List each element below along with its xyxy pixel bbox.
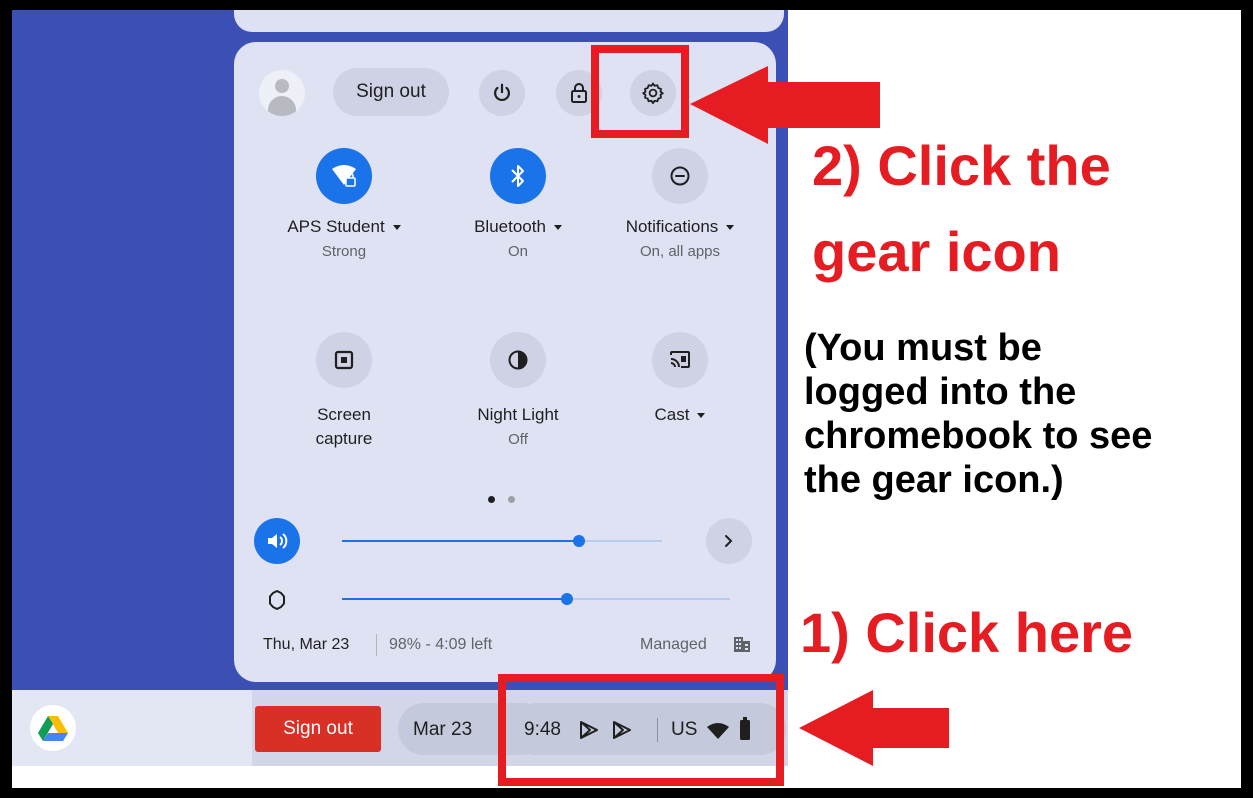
page-dot[interactable] (508, 496, 515, 503)
user-avatar[interactable] (259, 70, 305, 116)
step2-line1: 2) Click the (812, 134, 1111, 197)
notification-panel-edge (234, 10, 784, 32)
drive-app-button[interactable] (30, 705, 76, 751)
status-area-highlight-box (498, 674, 784, 786)
network-name: APS Student (287, 217, 385, 236)
note-line: chromebook to see (804, 415, 1153, 457)
screenshot-canvas: Sign out APS Student Strong Bluetooth On… (12, 10, 1241, 788)
chevron-down-icon[interactable] (697, 413, 706, 419)
shelf-sign-out-button[interactable]: Sign out (255, 706, 381, 752)
bluetooth-icon (511, 165, 524, 187)
page-dot-active[interactable] (488, 496, 495, 503)
note-line: the gear icon.) (804, 459, 1064, 501)
volume-thumb[interactable] (573, 535, 585, 547)
gear-highlight-box (591, 45, 689, 138)
footer-divider (376, 634, 377, 656)
power-icon (494, 83, 510, 102)
tile-cast[interactable]: Cast (590, 332, 770, 426)
bluetooth-status: On (507, 243, 528, 260)
footer-managed[interactable]: Managed (640, 636, 707, 654)
cast-toggle[interactable] (652, 332, 708, 388)
screen-capture-line1: Screen (317, 405, 371, 424)
lock-icon (571, 83, 587, 103)
screen-capture-icon (334, 350, 354, 370)
screen-capture-toggle[interactable] (316, 332, 372, 388)
mute-button[interactable] (254, 518, 300, 564)
tile-network[interactable]: APS Student Strong (254, 148, 434, 262)
cast-label: Cast (654, 405, 690, 424)
brightness-button (254, 577, 300, 623)
sign-out-button[interactable]: Sign out (333, 68, 449, 116)
footer-date[interactable]: Thu, Mar 23 (263, 636, 349, 654)
note-line: (You must be (804, 327, 1042, 369)
page-indicator (488, 490, 528, 508)
bluetooth-label: Bluetooth (474, 217, 546, 236)
avatar-head-icon (275, 79, 289, 93)
avatar-body-icon (268, 96, 296, 116)
cast-icon (670, 351, 690, 368)
login-note: (You must be logged into the chromebook … (804, 326, 1241, 502)
wifi-locked-icon (332, 165, 356, 187)
bluetooth-toggle[interactable] (490, 148, 546, 204)
arrow-left-icon (799, 690, 949, 766)
notifications-toggle[interactable] (652, 148, 708, 204)
step2-line2: gear icon (812, 220, 1061, 283)
footer-battery[interactable]: 98% - 4:09 left (389, 636, 492, 654)
power-button[interactable] (479, 70, 525, 116)
network-toggle[interactable] (316, 148, 372, 204)
chevron-right-icon (725, 535, 733, 547)
network-strength: Strong (321, 243, 367, 260)
tile-screen-capture[interactable]: Screen capture (254, 332, 434, 450)
brightness-fill (342, 598, 567, 600)
notifications-status: On, all apps (639, 243, 721, 260)
screen-capture-line2: capture (315, 429, 373, 448)
brightness-thumb[interactable] (561, 593, 573, 605)
tile-notifications[interactable]: Notifications On, all apps (590, 148, 770, 262)
do-not-disturb-icon (670, 166, 690, 186)
building-icon[interactable] (733, 635, 751, 653)
brightness-icon (269, 590, 285, 610)
notifications-label: Notifications (625, 217, 719, 236)
chevron-down-icon[interactable] (726, 225, 735, 231)
volume-fill (342, 540, 579, 542)
shelf-date: Mar 23 (413, 719, 473, 740)
audio-settings-button[interactable] (706, 518, 752, 564)
night-light-status: Off (508, 431, 528, 448)
volume-icon (268, 533, 288, 549)
tile-night-light[interactable]: Night Light Off (428, 332, 608, 450)
note-line: logged into the (804, 371, 1077, 413)
chevron-down-icon[interactable] (553, 225, 562, 231)
tile-bluetooth[interactable]: Bluetooth On (428, 148, 608, 262)
outer-frame: Sign out APS Student Strong Bluetooth On… (0, 0, 1253, 798)
night-light-toggle[interactable] (490, 332, 546, 388)
chevron-down-icon[interactable] (392, 225, 401, 231)
step1-label: 1) Click here (800, 601, 1134, 664)
night-light-label: Night Light (477, 405, 559, 424)
night-light-icon (508, 350, 528, 370)
google-drive-icon (38, 715, 68, 741)
